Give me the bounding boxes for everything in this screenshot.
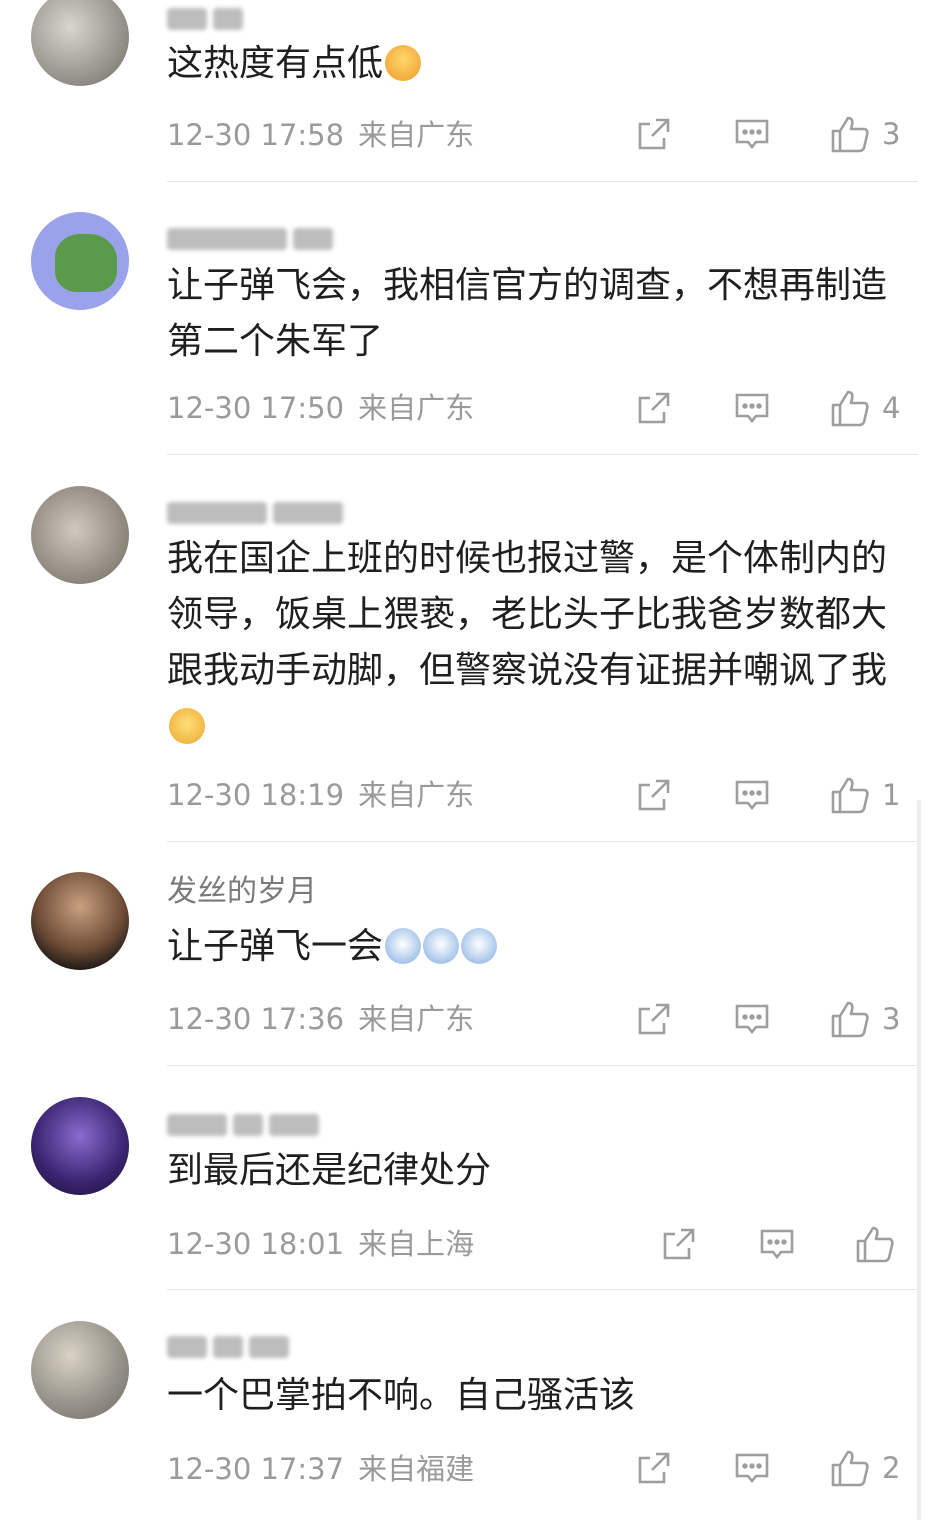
username-blurred[interactable]	[167, 1106, 325, 1142]
like-count: 2	[882, 1451, 901, 1485]
comment-text: 我在国企上班的时候也报过警，是个体制内的领导，饭桌上猥亵，老比头子比我爸岁数都大…	[167, 531, 887, 755]
comment-text-content: 让子弹飞一会	[167, 926, 384, 967]
location: 来自上海	[358, 1227, 475, 1261]
like-count: 3	[882, 117, 901, 151]
like-button[interactable]: 1	[830, 773, 900, 817]
share-box-icon	[663, 1228, 695, 1260]
avatar[interactable]	[31, 486, 129, 584]
reply-button[interactable]	[759, 1222, 795, 1266]
comment-text-content: 这热度有点低	[167, 43, 384, 84]
reply-button[interactable]	[734, 1446, 770, 1490]
location: 来自广东	[358, 1002, 475, 1036]
comment-meta: 12-30 17:36 来自广东	[167, 1002, 474, 1036]
like-count: 4	[882, 391, 901, 425]
comment-meta: 12-30 18:01 来自上海	[167, 1227, 474, 1261]
timestamp: 12-30 18:01	[167, 1227, 345, 1261]
repost-button[interactable]	[661, 1222, 697, 1266]
repost-button[interactable]	[636, 1446, 672, 1490]
comment-meta: 12-30 17:50 来自广东	[167, 391, 474, 425]
like-count: 1	[882, 778, 901, 812]
comment-text: 一个巴掌拍不响。自己骚活该	[167, 1375, 636, 1416]
comment-meta: 12-30 17:37 来自福建	[167, 1452, 474, 1486]
reply-button[interactable]	[734, 386, 770, 430]
comment-bubble-icon	[735, 1004, 769, 1035]
comment-bubble-icon	[735, 780, 769, 811]
divider	[167, 454, 918, 455]
like-button[interactable]: 2	[830, 1446, 900, 1490]
avatar[interactable]	[31, 212, 129, 310]
location: 来自广东	[358, 778, 475, 812]
location: 来自广东	[358, 118, 475, 152]
share-box-icon	[638, 1452, 670, 1484]
avatar[interactable]	[31, 1321, 129, 1419]
comment-bubble-icon	[735, 1453, 769, 1484]
divider	[167, 1289, 918, 1290]
dizzy-face-emoji-icon	[385, 928, 422, 964]
timestamp: 12-30 17:58	[167, 118, 345, 152]
scrollbar[interactable]	[917, 800, 921, 1520]
reply-button[interactable]	[734, 112, 770, 156]
comment-bubble-icon	[735, 119, 769, 150]
repost-button[interactable]	[636, 112, 672, 156]
thumbs-up-icon	[831, 116, 869, 153]
repost-button[interactable]	[636, 386, 672, 430]
username-blurred[interactable]	[167, 0, 249, 36]
comment-text-content: 我在国企上班的时候也报过警，是个体制内的领导，饭桌上猥亵，老比头子比我爸岁数都大…	[167, 538, 888, 691]
username-blurred[interactable]	[167, 494, 349, 530]
thumbs-up-icon	[831, 1450, 869, 1487]
comment-bubble-icon	[735, 393, 769, 424]
like-button[interactable]: 3	[830, 112, 900, 156]
timestamp: 12-30 17:36	[167, 1002, 345, 1036]
thumbs-up-icon	[856, 1226, 894, 1263]
repost-button[interactable]	[636, 997, 672, 1041]
reply-button[interactable]	[734, 997, 770, 1041]
share-box-icon	[638, 392, 670, 424]
share-box-icon	[638, 1003, 670, 1035]
like-button[interactable]: 4	[830, 386, 900, 430]
thumbs-up-icon	[831, 777, 869, 814]
like-button[interactable]: 3	[830, 997, 900, 1041]
timestamp: 12-30 18:19	[167, 778, 345, 812]
like-button[interactable]	[855, 1222, 895, 1266]
comment-bubble-icon	[760, 1229, 794, 1260]
thumbs-up-icon	[831, 390, 869, 427]
comment-text: 到最后还是纪律处分	[167, 1150, 492, 1191]
comment-meta: 12-30 17:58 来自广东	[167, 118, 474, 152]
location: 来自福建	[358, 1452, 475, 1486]
share-box-icon	[638, 118, 670, 150]
thumbs-up-icon	[831, 1001, 869, 1038]
face-emoji-icon	[169, 708, 205, 744]
dizzy-face-emoji-icon	[423, 928, 460, 964]
dizzy-face-emoji-icon	[461, 928, 498, 964]
face-emoji-icon	[385, 45, 422, 81]
share-box-icon	[638, 779, 670, 811]
reply-button[interactable]	[734, 773, 770, 817]
avatar[interactable]	[31, 1097, 129, 1195]
username-blurred[interactable]	[167, 1328, 295, 1364]
location: 来自广东	[358, 391, 475, 425]
divider	[167, 181, 918, 182]
avatar[interactable]	[31, 0, 129, 86]
comment-text: 让子弹飞会，我相信官方的调查，不想再制造第二个朱军了	[167, 265, 888, 362]
like-count: 3	[882, 1002, 901, 1036]
avatar[interactable]	[31, 872, 129, 970]
username[interactable]: 发丝的岁月	[167, 874, 317, 910]
timestamp: 12-30 17:37	[167, 1452, 345, 1486]
username-blurred[interactable]	[167, 220, 339, 256]
divider	[167, 1065, 918, 1066]
divider	[167, 841, 918, 842]
repost-button[interactable]	[636, 773, 672, 817]
comment-text: 让子弹飞一会	[167, 919, 887, 975]
comment-text: 这热度有点低	[167, 36, 887, 92]
timestamp: 12-30 17:50	[167, 391, 345, 425]
comment-meta: 12-30 18:19 来自广东	[167, 778, 474, 812]
